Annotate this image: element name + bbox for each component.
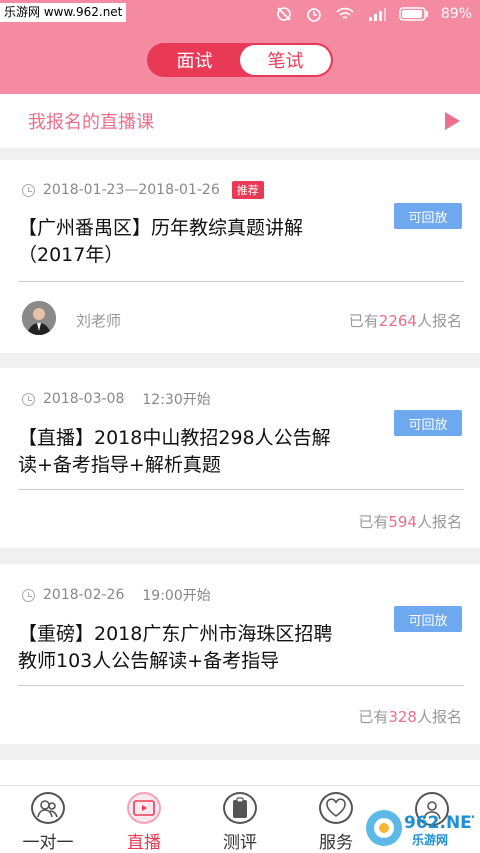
course-meta: 2018-03-08 12:30开始: [22, 389, 211, 409]
my-courses-row[interactable]: 我报名的直播课: [0, 94, 480, 148]
logo-text: 962.NET: [404, 813, 474, 833]
watermark: 乐游网 www.962.net: [0, 3, 127, 22]
divider: [18, 281, 464, 282]
course-time: 12:30开始: [142, 392, 211, 408]
header: 乐游网 www.962.net 89% 面试 笔试: [0, 0, 480, 94]
tab-written[interactable]: 笔试: [240, 45, 331, 75]
status-bar: 89%: [275, 3, 472, 25]
course-time: 19:00开始: [142, 588, 211, 604]
course-meta: 2018-02-26 19:00开始: [22, 585, 211, 605]
replay-button[interactable]: 可回放: [394, 606, 462, 632]
wifi-icon: [336, 7, 354, 19]
avatar: [22, 301, 56, 335]
no-sound-icon: [277, 7, 291, 21]
alarm-icon: [307, 8, 321, 22]
replay-button[interactable]: 可回放: [394, 410, 462, 436]
course-date: 2018-02-26: [43, 587, 125, 603]
signup-count: 已有328人报名: [358, 708, 462, 726]
course-card[interactable]: 2018-03-08 12:30开始 【直播】2018中山教招298人公告解读+…: [0, 368, 480, 548]
signup-count: 已有2264人报名: [348, 312, 462, 330]
clipboard-icon: [223, 792, 257, 824]
course-title: 【广州番禺区】历年教综真题讲解（2017年）: [18, 217, 304, 266]
battery-percent: 89%: [440, 6, 472, 22]
nav-assessment[interactable]: 测评: [192, 786, 288, 853]
nav-label: 直播: [127, 833, 161, 853]
exam-type-toggle: 面试 笔试: [147, 43, 333, 77]
tab-interview[interactable]: 面试: [149, 45, 240, 75]
nav-label: 一对一: [22, 833, 74, 853]
clock-icon: [22, 392, 35, 406]
course-date: 2018-03-08: [43, 391, 125, 407]
course-meta: 2018-01-23—2018-01-26 推荐: [22, 181, 264, 199]
clock-icon: [22, 183, 35, 197]
replay-button[interactable]: 可回放: [394, 203, 462, 229]
signup-count: 已有594人报名: [358, 513, 462, 531]
recommend-badge: 推荐: [231, 181, 264, 199]
play-arrow-icon: [445, 112, 460, 130]
nav-one-on-one[interactable]: 一对一: [0, 786, 96, 853]
battery-icon: [399, 7, 428, 21]
nav-live[interactable]: 直播: [96, 786, 192, 853]
logo-subtext: 乐游网: [412, 832, 448, 847]
people-icon: [31, 792, 65, 824]
my-courses-label: 我报名的直播课: [28, 112, 154, 133]
course-title: 【直播】2018中山教招298人公告解读+备考指导+解析真题: [18, 427, 331, 476]
signal-icon: [368, 8, 386, 21]
heart-icon: [319, 792, 353, 824]
course-card[interactable]: 2018-01-23—2018-01-26 推荐 【广州番禺区】历年教综真题讲解…: [0, 160, 480, 353]
divider: [18, 685, 464, 686]
divider: [18, 489, 464, 490]
video-icon: [127, 792, 161, 824]
course-date: 2018-01-23—2018-01-26: [43, 182, 220, 198]
clock-icon: [22, 588, 35, 602]
course-title: 【重磅】2018广东广州市海珠区招聘教师103人公告解读+备考指导: [18, 623, 333, 672]
course-card[interactable]: 2018-02-26 19:00开始 【重磅】2018广东广州市海珠区招聘教师1…: [0, 564, 480, 744]
nav-label: 测评: [223, 833, 257, 853]
watermark-logo: 962.NET 乐游网: [364, 808, 480, 848]
teacher-name: 刘老师: [76, 312, 122, 330]
nav-label: 服务: [319, 833, 353, 853]
